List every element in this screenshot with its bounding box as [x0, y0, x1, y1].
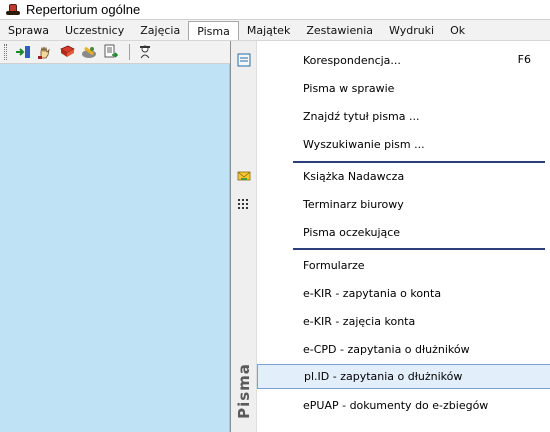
menu-item-ekir-zajecia[interactable]: e-KIR - zajęcia konta	[257, 309, 550, 333]
menu-uczestnicy[interactable]: Uczestnicy	[57, 20, 132, 40]
menu-item-label: e-KIR - zajęcia konta	[303, 314, 416, 328]
window-title: Repertorium ogólne	[26, 2, 141, 17]
toolbar-grip[interactable]	[4, 44, 7, 60]
toolbar-separator	[129, 44, 130, 60]
menu-item-label: Terminarz biurowy	[303, 197, 404, 211]
menu-item-terminarz-biurowy[interactable]: Terminarz biurowy	[238, 192, 550, 216]
menu-item-formularze[interactable]: Formularze	[257, 253, 550, 277]
toolbar	[0, 41, 230, 64]
menu-item-label: Pisma oczekujące	[303, 225, 401, 239]
document-icon	[231, 48, 257, 72]
menu-separator	[293, 248, 545, 250]
envelope-icon	[231, 164, 257, 188]
menu-item-wyszukiwanie-pism[interactable]: Wyszukiwanie pism ...	[257, 132, 550, 156]
menu-item-label: Książka Nadawcza	[303, 169, 405, 183]
menu-item-label: ePUAP - dokumenty do e-zbiegów	[303, 398, 489, 412]
user-search-icon[interactable]	[136, 43, 156, 61]
menu-separator	[293, 161, 545, 163]
menu-sprawa[interactable]: Sprawa	[0, 20, 57, 40]
document-export-icon[interactable]	[101, 43, 121, 61]
menu-ok[interactable]: Ok	[442, 20, 473, 40]
menu-item-label: e-KIR - zapytania o konta	[303, 286, 442, 300]
menu-item-label: Formularze	[303, 258, 365, 272]
menu-item-shortcut: F6	[517, 53, 531, 66]
menu-zestawienia[interactable]: Zestawienia	[298, 20, 381, 40]
menu-side-label: Pisma	[235, 363, 254, 419]
title-bar: Repertorium ogólne	[0, 0, 550, 20]
menu-item-label: e-CPD - zapytania o dłużników	[303, 342, 470, 356]
menu-item-plid-zapytania[interactable]: pl.ID - zapytania o dłużników	[257, 364, 550, 389]
arrow-in-icon[interactable]	[13, 43, 33, 61]
menu-item-pisma-w-sprawie[interactable]: Pisma w sprawie	[257, 76, 550, 100]
menu-item-ekir-zapytania[interactable]: e-KIR - zapytania o konta	[257, 281, 550, 305]
hand-icon[interactable]	[35, 43, 55, 61]
calendar-grid-icon	[231, 192, 257, 216]
menu-item-korespondencja[interactable]: Korespondencja... F6	[237, 48, 550, 72]
menu-bar: Sprawa Uczestnicy Zajęcia Pisma Majątek …	[0, 20, 550, 41]
menu-zajecia[interactable]: Zajęcia	[132, 20, 188, 40]
menu-item-label: Korespondencja...	[303, 53, 401, 67]
pisma-dropdown-menu: Pisma Korespondencja... F6 Pisma w spraw…	[230, 41, 550, 432]
tools-icon[interactable]	[79, 43, 99, 61]
menu-item-label: Znajdź tytuł pisma ...	[303, 109, 420, 123]
book-icon[interactable]	[57, 43, 77, 61]
workspace-area	[0, 64, 230, 432]
menu-gutter: Pisma	[231, 41, 257, 432]
menu-item-ksiazka-nadawcza[interactable]: Książka Nadawcza	[237, 164, 550, 188]
menu-item-label: Pisma w sprawie	[303, 81, 395, 95]
menu-item-ecpd-zapytania[interactable]: e-CPD - zapytania o dłużników	[257, 337, 550, 361]
menu-item-pisma-oczekujace[interactable]: Pisma oczekujące	[257, 220, 550, 244]
menu-item-label: Wyszukiwanie pism ...	[303, 137, 425, 151]
menu-pisma[interactable]: Pisma	[188, 21, 239, 40]
menu-item-znajdz-tytul-pisma[interactable]: Znajdź tytuł pisma ...	[257, 104, 550, 128]
menu-item-label: pl.ID - zapytania o dłużników	[304, 370, 463, 383]
menu-item-epuap-dokumenty[interactable]: ePUAP - dokumenty do e-zbiegów	[257, 393, 550, 417]
menu-majatek[interactable]: Majątek	[239, 20, 298, 40]
app-hat-icon	[6, 3, 20, 17]
menu-wydruki[interactable]: Wydruki	[381, 20, 442, 40]
